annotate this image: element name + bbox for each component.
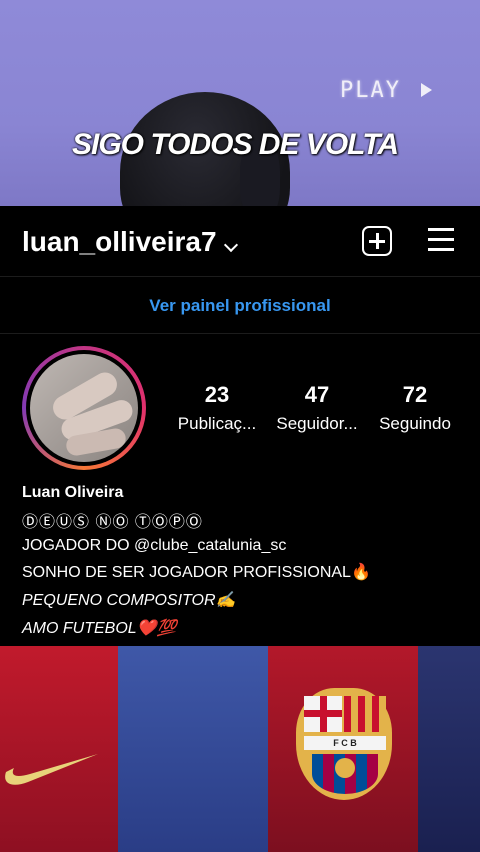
nike-swoosh-icon bbox=[5, 754, 99, 785]
bio-line: PEQUENO COMPOSITOR✍️ bbox=[22, 592, 236, 609]
jersey-stripe bbox=[118, 646, 268, 852]
play-label: PLAY bbox=[340, 78, 401, 103]
followers-count: 47 bbox=[304, 382, 330, 407]
hamburger-menu-button[interactable] bbox=[428, 228, 454, 251]
followers-label: Seguidor... bbox=[276, 414, 358, 433]
following-label: Seguindo bbox=[379, 414, 451, 433]
username-switcher[interactable]: luan_olliveira7 bbox=[22, 226, 217, 258]
divider bbox=[0, 333, 480, 334]
video-overlay-top: PLAY SIGO TODOS DE VOLTA bbox=[0, 0, 480, 206]
professional-dashboard-link[interactable]: Ver painel profissional bbox=[0, 296, 480, 316]
crest-ball bbox=[335, 758, 355, 778]
profile-header: luan_olliveira7 bbox=[0, 206, 480, 276]
play-icon bbox=[421, 83, 432, 97]
crest-stripes bbox=[344, 696, 386, 732]
bio-line: AMO FUTEBOL❤️💯 bbox=[22, 620, 177, 637]
following-count: 72 bbox=[402, 382, 428, 407]
bio-line: JOGADOR DO @clube_catalunia_sc bbox=[22, 537, 287, 554]
bio-line: SONHO DE SER JOGADOR PROFISSIONAL🔥 bbox=[22, 564, 371, 581]
posts-stat[interactable]: 23 Publicaç... bbox=[172, 382, 262, 434]
followers-stat[interactable]: 47 Seguidor... bbox=[270, 382, 364, 434]
crest-cross bbox=[304, 710, 342, 717]
crest-band: F C B bbox=[304, 736, 386, 750]
posts-label: Publicaç... bbox=[177, 414, 257, 433]
posts-count: 23 bbox=[204, 382, 230, 407]
video-caption: SIGO TODOS DE VOLTA bbox=[71, 128, 399, 161]
chevron-down-icon[interactable] bbox=[223, 237, 239, 253]
following-stat[interactable]: 72 Seguindo bbox=[372, 382, 458, 434]
profile-name: Luan Oliveira bbox=[22, 484, 124, 501]
bio-tagline: ⒹⒺⓊⓈ ⓃⓄ ⓉⓄⓅⓄ bbox=[22, 514, 203, 531]
jersey-stripe bbox=[418, 646, 480, 852]
create-post-button[interactable] bbox=[362, 226, 392, 256]
profile-screen: luan_olliveira7 Ver painel profissional … bbox=[0, 206, 480, 646]
avatar[interactable] bbox=[30, 354, 138, 462]
divider bbox=[0, 276, 480, 277]
